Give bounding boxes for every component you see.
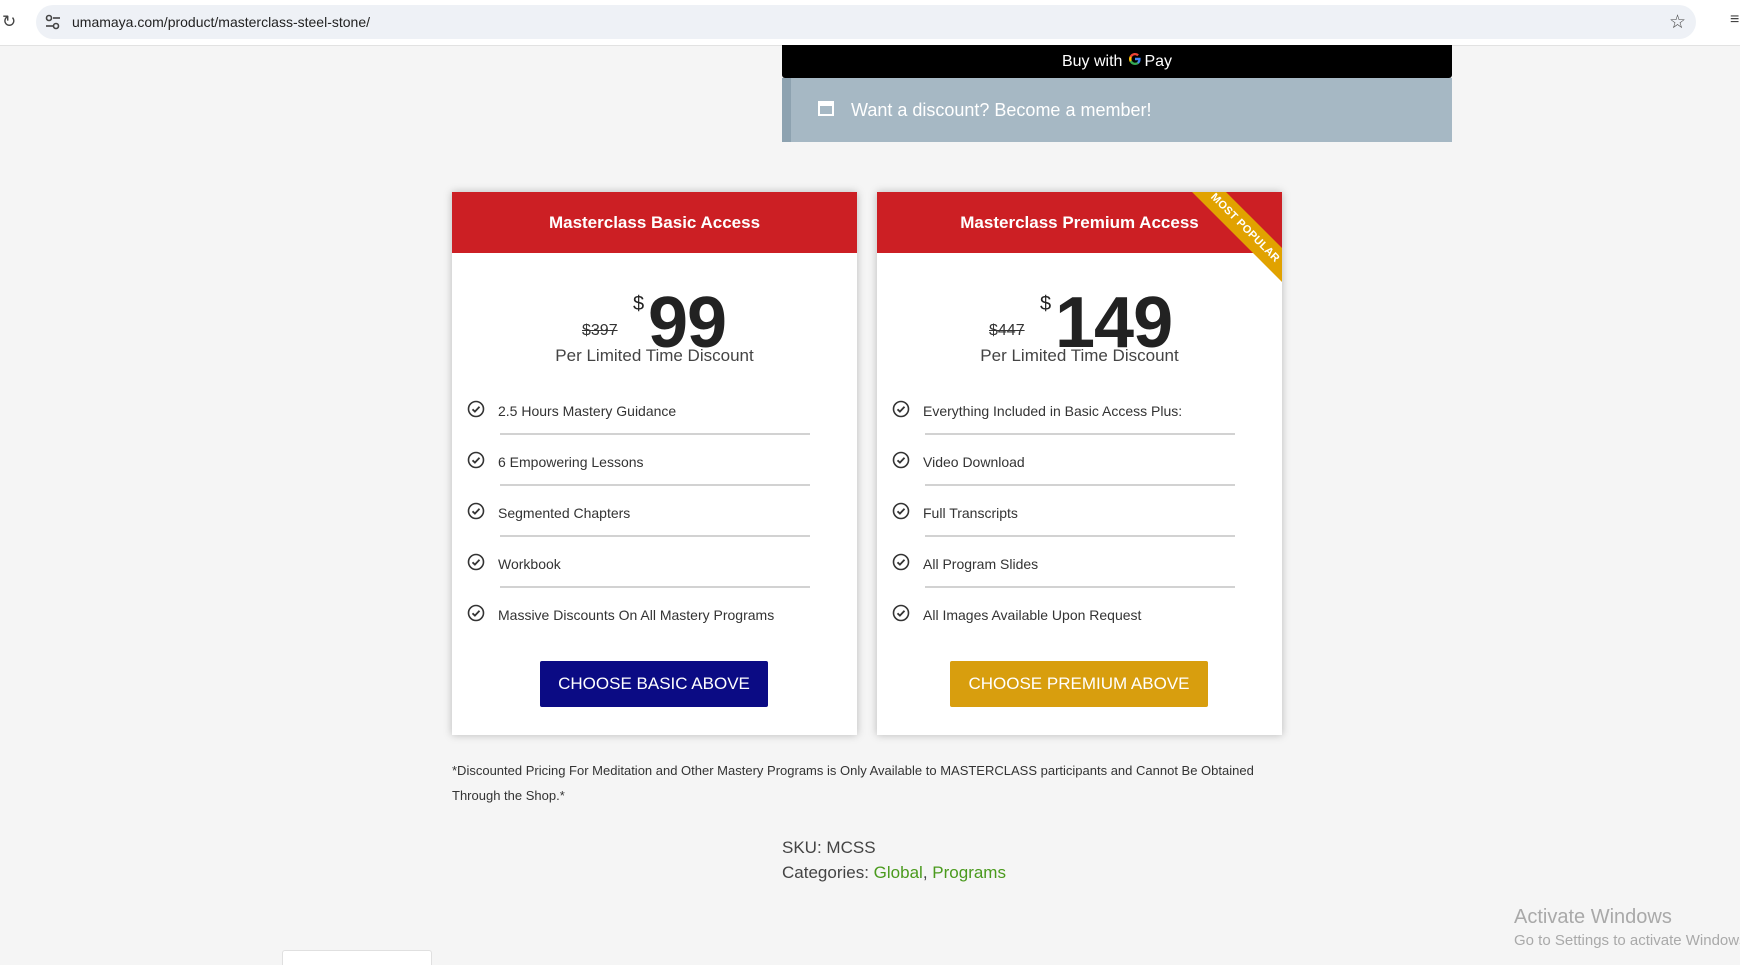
check-circle-icon — [892, 400, 910, 418]
feature-text: Massive Discounts On All Mastery Program… — [498, 607, 775, 623]
list-item: Full Transcripts — [877, 492, 1282, 543]
list-item: 2.5 Hours Mastery Guidance — [452, 390, 857, 441]
check-circle-icon — [892, 451, 910, 469]
list-item: All Images Available Upon Request — [877, 594, 1282, 645]
list-item: Everything Included in Basic Access Plus… — [877, 390, 1282, 441]
divider — [500, 433, 810, 435]
divider — [500, 586, 810, 588]
categories-label: Categories: — [782, 863, 869, 882]
check-circle-icon — [467, 502, 485, 520]
member-discount-notice[interactable]: Want a discount? Become a member! — [782, 78, 1452, 142]
choose-premium-button[interactable]: CHOOSE PREMIUM ABOVE — [950, 661, 1208, 707]
currency-symbol: $ — [1040, 293, 1052, 315]
check-circle-icon — [467, 400, 485, 418]
feature-text: 6 Empowering Lessons — [498, 454, 644, 470]
feature-text: Full Transcripts — [923, 505, 1018, 521]
divider — [925, 535, 1235, 537]
pricing-card-premium: Masterclass Premium Access MOST POPULAR … — [877, 192, 1282, 735]
card-title: Masterclass Basic Access — [452, 192, 857, 253]
tune-icon[interactable] — [44, 13, 62, 31]
divider — [925, 433, 1235, 435]
list-item: Massive Discounts On All Mastery Program… — [452, 594, 857, 645]
divider — [500, 535, 810, 537]
feature-text: Workbook — [498, 556, 561, 572]
old-price: $397 — [582, 322, 618, 339]
category-link-programs[interactable]: Programs — [932, 863, 1006, 882]
feature-list: Everything Included in Basic Access Plus… — [877, 390, 1282, 645]
gpay-button[interactable]: Buy with Pay — [782, 45, 1452, 78]
check-circle-icon — [892, 502, 910, 520]
category-link-global[interactable]: Global — [874, 863, 923, 882]
window-icon — [818, 101, 834, 116]
choose-basic-button[interactable]: CHOOSE BASIC ABOVE — [540, 661, 768, 707]
product-sku: SKU: MCSS — [782, 838, 876, 858]
pricing-disclaimer: *Discounted Pricing For Meditation and O… — [452, 763, 1254, 803]
star-icon[interactable]: ☆ — [1669, 11, 1686, 34]
watermark-subtitle: Go to Settings to activate Windows. — [1514, 932, 1740, 949]
notice-accent-bar — [782, 78, 791, 142]
menu-icon[interactable]: ≡ — [1730, 11, 1739, 29]
feature-text: Video Download — [923, 454, 1025, 470]
gpay-pay-label: Pay — [1144, 52, 1173, 70]
pricing-card-basic: Masterclass Basic Access $397 $ 99 Per L… — [452, 192, 857, 735]
check-circle-icon — [467, 553, 485, 571]
price-note: Per Limited Time Discount — [555, 346, 754, 365]
divider — [500, 484, 810, 486]
feature-text: All Program Slides — [923, 556, 1039, 572]
sku-value: MCSS — [826, 838, 876, 857]
feature-text: 2.5 Hours Mastery Guidance — [498, 403, 677, 419]
feature-text: All Images Available Upon Request — [923, 607, 1142, 623]
divider — [925, 484, 1235, 486]
member-notice-text[interactable]: Want a discount? Become a member! — [851, 100, 1151, 121]
windows-activation-watermark: Activate Windows Go to Settings to activ… — [1514, 906, 1740, 949]
list-item: All Program Slides — [877, 543, 1282, 594]
google-g-logo — [1128, 52, 1142, 71]
category-separator: , — [922, 863, 928, 882]
currency-symbol: $ — [633, 293, 645, 315]
divider — [925, 586, 1235, 588]
check-circle-icon — [467, 604, 485, 622]
list-item: Segmented Chapters — [452, 492, 857, 543]
bottom-panel-tab[interactable] — [282, 950, 432, 965]
sku-label: SKU: — [782, 838, 822, 857]
check-circle-icon — [892, 553, 910, 571]
gpay-label: Buy with — [1061, 52, 1123, 70]
browser-toolbar: ↻ umamaya.com/product/masterclass-steel-… — [0, 0, 1740, 46]
old-price: $447 — [989, 322, 1025, 339]
list-item: Video Download — [877, 441, 1282, 492]
watermark-title: Activate Windows — [1514, 906, 1672, 928]
url-text[interactable]: umamaya.com/product/masterclass-steel-st… — [72, 14, 370, 30]
price-note: Per Limited Time Discount — [980, 346, 1179, 365]
feature-text: Everything Included in Basic Access Plus… — [923, 403, 1183, 419]
list-item: 6 Empowering Lessons — [452, 441, 857, 492]
feature-text: Segmented Chapters — [498, 505, 631, 521]
check-circle-icon — [467, 451, 485, 469]
address-bar[interactable]: umamaya.com/product/masterclass-steel-st… — [36, 5, 1696, 39]
list-item: Workbook — [452, 543, 857, 594]
check-circle-icon — [892, 604, 910, 622]
reload-icon[interactable]: ↻ — [2, 12, 18, 32]
feature-list: 2.5 Hours Mastery Guidance 6 Empowering … — [452, 390, 857, 645]
google-g-icon — [1129, 53, 1142, 65]
product-categories: Categories: Global, Programs — [782, 863, 1006, 883]
